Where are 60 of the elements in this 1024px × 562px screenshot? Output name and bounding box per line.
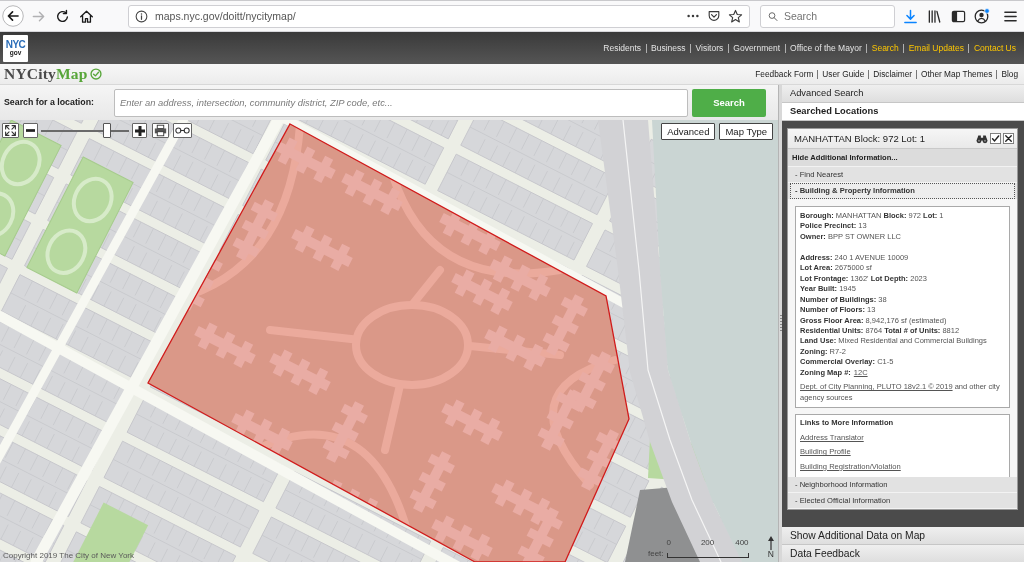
browser-search-field[interactable]: Search (783, 9, 887, 23)
panel-header[interactable]: Advanced Search (782, 85, 1024, 103)
info-icon[interactable] (135, 9, 148, 23)
north-arrow-icon (767, 536, 774, 550)
copyright-text: Copyright 2019 The City of New York (3, 551, 135, 561)
check-circle-icon (89, 68, 102, 80)
home-icon[interactable] (78, 8, 94, 24)
browser-search-box[interactable]: Search (760, 4, 895, 28)
app-logo[interactable]: NYCityMap (4, 66, 88, 82)
checkbox[interactable] (990, 133, 1001, 144)
zoom-in-button[interactable] (132, 123, 147, 138)
address-bar[interactable]: maps.nyc.gov/doitt/nycitymap/ (128, 4, 750, 28)
header-link[interactable]: Search (866, 43, 904, 53)
header-link[interactable]: Email Updates (903, 43, 969, 53)
north-label: N (767, 550, 774, 559)
reload-icon[interactable] (54, 8, 70, 24)
person-circle-icon[interactable] (974, 8, 990, 24)
sidebar-icon[interactable] (950, 8, 966, 24)
header-link[interactable]: Government (727, 43, 785, 53)
minus-icon (26, 126, 35, 135)
header-link[interactable]: User Guide (817, 69, 869, 79)
shield-chevron-icon[interactable] (707, 9, 721, 23)
printer-icon (154, 124, 167, 137)
header-link[interactable]: Other Map Themes (916, 69, 997, 79)
books-icon[interactable] (926, 8, 942, 24)
fullscreen-button[interactable] (2, 123, 19, 138)
header-link[interactable]: Residents (598, 43, 646, 53)
resize-handle[interactable] (779, 314, 782, 333)
search-icon (768, 9, 778, 23)
location-search-field[interactable]: Enter an address, intersection, community district, ZIP code, etc... (114, 88, 688, 117)
header-link[interactable]: Feedback Form (751, 69, 818, 79)
scale-unit-label: feet: (648, 549, 664, 558)
link-button[interactable] (173, 123, 192, 138)
header-link[interactable]: Contact Us (968, 43, 1016, 53)
panel-header[interactable]: Show Additional Data on Map (782, 527, 1024, 545)
header-link[interactable]: Office of the Mayor (784, 43, 867, 53)
header-link[interactable]: Blog (996, 69, 1018, 79)
scale-tick-label: 200 (700, 538, 715, 547)
plus-icon (134, 125, 145, 136)
search-label: Search for a location: (3, 97, 95, 108)
expand-arrows-icon (4, 124, 17, 137)
star-icon[interactable] (728, 8, 743, 24)
map-option-button[interactable]: Map Type (719, 123, 773, 140)
header-link[interactable]: Business (645, 43, 691, 53)
header-link[interactable]: Visitors (690, 43, 728, 53)
close-icon[interactable] (1003, 133, 1014, 144)
back-icon[interactable] (2, 5, 24, 27)
zoom-slider[interactable] (41, 123, 129, 138)
map-option-button[interactable]: Advanced (661, 123, 716, 140)
header-link[interactable]: Disclaimer (868, 69, 917, 79)
address-field[interactable]: maps.nyc.gov/doitt/nycitymap/ (155, 9, 679, 23)
result-title: MANHATTAN Block: 972 Lot: 1 (794, 132, 926, 145)
panel-header[interactable]: Data Feedback (782, 545, 1024, 562)
scale-tick-label: 400 (735, 538, 749, 547)
download-icon[interactable] (902, 8, 918, 24)
binoculars-icon[interactable] (976, 133, 988, 144)
zoom-slider-thumb[interactable] (103, 123, 112, 138)
zoom-out-button[interactable] (23, 123, 38, 138)
print-button[interactable] (152, 123, 169, 138)
link-icon (175, 126, 190, 135)
